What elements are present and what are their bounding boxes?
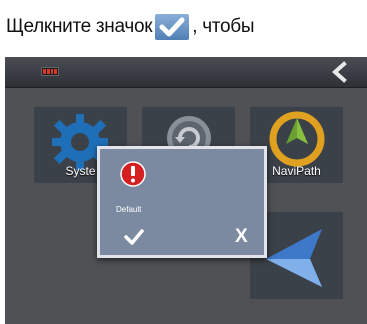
alert-icon <box>120 161 146 187</box>
confirm-button[interactable] <box>124 229 144 245</box>
dialog-message: Default <box>116 205 142 214</box>
top-bar <box>5 57 367 88</box>
back-chevron-icon[interactable] <box>329 61 351 83</box>
nav-arrow-icon <box>266 229 322 287</box>
navipath-icon <box>269 111 325 167</box>
checkmark-icon <box>155 14 190 40</box>
instruction-after: , чтобы <box>192 16 255 37</box>
cancel-button[interactable]: X <box>235 226 248 248</box>
confirm-dialog: Default X <box>97 146 267 258</box>
battery-icon <box>41 67 59 76</box>
instruction-text: Щелкните значок , чтобы <box>6 14 254 40</box>
instruction-before: Щелкните значок <box>6 16 153 37</box>
